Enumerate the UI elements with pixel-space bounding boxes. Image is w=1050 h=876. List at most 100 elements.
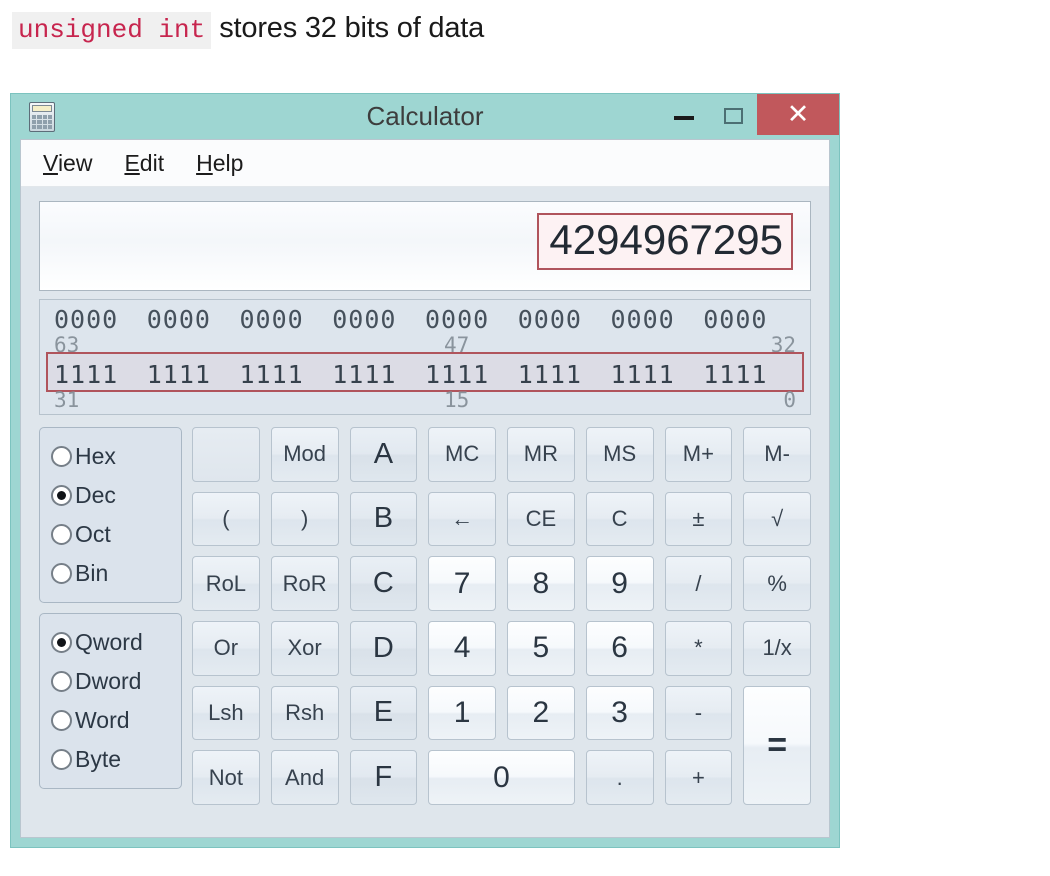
bit-row-low[interactable]: 1111 1111 1111 1111 1111 1111 1111 1111 (40, 360, 810, 389)
display-value: 4294967295 (549, 216, 783, 263)
bit-group[interactable]: 0000 (611, 305, 704, 334)
bit-group[interactable]: 1111 (703, 360, 796, 389)
minimize-icon (674, 116, 694, 120)
key-ror[interactable]: RoR (270, 556, 339, 611)
key-rol[interactable]: RoL (192, 556, 260, 611)
key-backspace[interactable]: ← (428, 491, 496, 547)
key-open-paren[interactable]: ( (192, 491, 260, 547)
key-3[interactable]: 3 (585, 685, 654, 741)
key-9[interactable]: 9 (585, 556, 654, 611)
radio-label-oct: Oct (75, 521, 111, 547)
key-b[interactable]: B (349, 491, 418, 547)
menu-view-rest: iew (57, 149, 93, 176)
radio-qword[interactable]: Qword (40, 623, 181, 662)
close-button[interactable]: ✕ (757, 94, 839, 135)
key-0[interactable]: 0 (428, 750, 575, 805)
bit-group[interactable]: 0000 (240, 305, 333, 334)
bit-group[interactable]: 1111 (611, 360, 704, 389)
radio-label-dec: Dec (75, 482, 116, 508)
menu-item-help[interactable]: Help (196, 150, 243, 177)
bit-index-labels-low: 31 15 0 (40, 388, 810, 412)
bit-group[interactable]: 0000 (425, 305, 518, 334)
bit-group[interactable]: 0000 (147, 305, 240, 334)
key-5[interactable]: 5 (507, 621, 575, 676)
radio-dec[interactable]: Dec (40, 476, 181, 515)
display-panel[interactable]: 4294967295 (39, 201, 811, 291)
menu-edit-rest: dit (139, 149, 165, 176)
radio-label-qword: Qword (75, 629, 143, 655)
radio-icon-selected (51, 485, 72, 506)
bit-group[interactable]: 0000 (332, 305, 425, 334)
radio-icon (51, 524, 72, 545)
key-mminus[interactable]: M- (743, 427, 811, 482)
radio-hex[interactable]: Hex (40, 437, 181, 476)
radio-bin[interactable]: Bin (40, 554, 181, 593)
caption-text: stores 32 bits of data (219, 12, 485, 44)
calculator-body: 4294967295 0000 0000 0000 0000 0000 0000… (21, 187, 829, 805)
bit-group[interactable]: 0000 (54, 305, 147, 334)
key-minus[interactable]: - (664, 685, 733, 741)
bit-group[interactable]: 1111 (147, 360, 240, 389)
key-not[interactable]: Not (192, 750, 260, 805)
number-base-group: Hex Dec Oct Bin (39, 427, 182, 603)
menu-item-view[interactable]: View (43, 150, 92, 177)
key-c[interactable]: C (349, 556, 418, 611)
radio-byte[interactable]: Byte (40, 740, 181, 779)
key-xor[interactable]: Xor (270, 621, 339, 676)
key-2[interactable]: 2 (507, 685, 575, 741)
key-a[interactable]: A (349, 427, 418, 482)
radio-word[interactable]: Word (40, 701, 181, 740)
key-4[interactable]: 4 (428, 621, 496, 676)
key-multiply[interactable]: * (664, 621, 733, 676)
key-mod[interactable]: Mod (270, 427, 339, 482)
maximize-button[interactable] (711, 94, 757, 139)
key-sqrt[interactable]: √ (743, 491, 811, 547)
key-plus[interactable]: + (664, 750, 733, 805)
bit-group[interactable]: 1111 (332, 360, 425, 389)
radio-icon (51, 671, 72, 692)
key-8[interactable]: 8 (507, 556, 575, 611)
key-or[interactable]: Or (192, 621, 260, 676)
bit-group[interactable]: 0000 (518, 305, 611, 334)
key-equals[interactable]: = (743, 685, 811, 805)
key-divide[interactable]: / (664, 556, 733, 611)
key-f[interactable]: F (349, 750, 418, 805)
key-1[interactable]: 1 (428, 685, 496, 741)
bit-group[interactable]: 0000 (703, 305, 796, 334)
key-d[interactable]: D (349, 621, 418, 676)
key-blank[interactable] (192, 427, 260, 482)
radio-label-word: Word (75, 707, 130, 733)
radio-oct[interactable]: Oct (40, 515, 181, 554)
minimize-button[interactable] (661, 94, 707, 139)
key-mplus[interactable]: M+ (664, 427, 733, 482)
key-close-paren[interactable]: ) (270, 491, 339, 547)
key-ce[interactable]: CE (507, 491, 575, 547)
bit-row-high[interactable]: 0000 0000 0000 0000 0000 0000 0000 0000 (40, 305, 810, 334)
bit-group[interactable]: 1111 (240, 360, 333, 389)
menu-help-mnemonic: H (196, 149, 213, 176)
radio-icon (51, 710, 72, 731)
key-7[interactable]: 7 (428, 556, 496, 611)
key-e[interactable]: E (349, 685, 418, 741)
key-plusminus[interactable]: ± (664, 491, 733, 547)
radio-dword[interactable]: Dword (40, 662, 181, 701)
bit-index-15: 15 (444, 388, 470, 412)
bit-group[interactable]: 1111 (518, 360, 611, 389)
key-decimal[interactable]: . (585, 750, 654, 805)
key-mc[interactable]: MC (428, 427, 496, 482)
key-1dividex[interactable]: 1/x (743, 621, 811, 676)
bit-group[interactable]: 1111 (425, 360, 518, 389)
radio-label-dword: Dword (75, 668, 142, 694)
key-c[interactable]: C (585, 491, 654, 547)
key-rsh[interactable]: Rsh (270, 685, 339, 741)
radio-icon (51, 749, 72, 770)
key-and[interactable]: And (270, 750, 339, 805)
key-mr[interactable]: MR (507, 427, 575, 482)
menu-item-edit[interactable]: Edit (124, 150, 164, 177)
bit-group[interactable]: 1111 (54, 360, 147, 389)
key-lsh[interactable]: Lsh (192, 685, 260, 741)
key-6[interactable]: 6 (585, 621, 654, 676)
key-percent[interactable]: % (743, 556, 811, 611)
key-ms[interactable]: MS (585, 427, 654, 482)
menu-bar: View Edit Help (21, 140, 829, 187)
